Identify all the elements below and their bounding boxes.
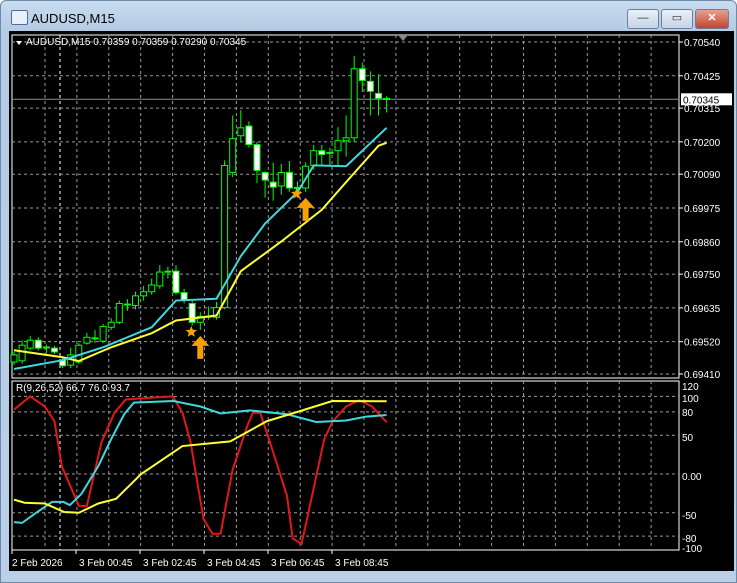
candle-body: [172, 270, 180, 294]
chart-menu-triangle-icon: [16, 41, 22, 45]
candle-body: [269, 181, 277, 188]
candle-body: [342, 137, 350, 142]
price-axis-label: 0.70200: [684, 138, 721, 149]
candle-body: [51, 347, 58, 353]
time-axis-label: 3 Feb 04:45: [207, 558, 261, 569]
candle-body: [350, 68, 358, 139]
candle-body: [318, 150, 326, 156]
price-axis-label: 0.69410: [684, 370, 721, 381]
price-axis-label: 0.69975: [684, 204, 721, 215]
candle-body: [148, 284, 156, 293]
indicator-axis-label: 80: [682, 408, 694, 419]
indicator-axis-label: 100: [682, 394, 699, 405]
price-axis-label: 0.70540: [684, 38, 721, 49]
candle-body: [26, 339, 34, 349]
price-chart[interactable]: 0.705400.704250.703150.702000.700900.699…: [0, 0, 737, 583]
indicator-axis-label: 120: [682, 382, 699, 393]
candle-body: [366, 80, 374, 92]
candle-body: [277, 171, 285, 187]
price-axis-label: 0.70090: [684, 170, 721, 181]
candle-body: [99, 325, 107, 342]
candle-body: [237, 127, 245, 137]
indicator-axis-label: -100: [682, 544, 702, 555]
candle-body: [310, 150, 318, 166]
candle-body: [115, 302, 123, 323]
fast-moving-average-line: [13, 127, 388, 370]
chart-symbol-label: AUDUSD,M15 0.70359 0.70359 0.70290 0.703…: [26, 37, 247, 48]
indicator-label: R(9,26,52) 66.7 76.0 93.7: [16, 383, 130, 394]
candle-body: [358, 68, 366, 81]
indicator-line: [13, 395, 388, 546]
indicator-axis-label: 50: [682, 433, 694, 444]
price-axis-label: 0.69520: [684, 338, 721, 349]
price-axis-label: 0.70425: [684, 72, 721, 83]
candle-body: [285, 171, 293, 189]
time-axis-label: 2 Feb 2026: [12, 558, 63, 569]
candle-body: [334, 140, 342, 152]
indicator-axis-label: 0.00: [682, 472, 702, 483]
candle-body: [261, 171, 269, 181]
time-axis-label: 3 Feb 00:45: [79, 558, 133, 569]
indicator-axis-label: -50: [682, 511, 697, 522]
candle-body: [10, 354, 18, 363]
candle-body: [326, 151, 334, 154]
time-axis-label: 3 Feb 08:45: [335, 558, 389, 569]
time-axis-label: 3 Feb 06:45: [271, 558, 325, 569]
chart-shift-marker: [398, 35, 408, 41]
buy-arrow-icon: [191, 335, 210, 359]
candle-body: [34, 339, 42, 349]
candle-body: [107, 321, 115, 328]
candle-body: [383, 97, 391, 100]
candle-body: [123, 303, 131, 306]
candle-body: [91, 337, 99, 340]
candle-body: [140, 291, 148, 297]
candle-body: [18, 344, 26, 362]
price-axis-label: 0.69635: [684, 304, 721, 315]
candle-body: [132, 295, 139, 307]
candle-body: [83, 336, 91, 344]
candle-body: [253, 144, 261, 171]
candle-body: [164, 270, 172, 273]
signal-star-icon: [185, 325, 198, 337]
candle-body: [42, 346, 50, 349]
price-axis-label: 0.69860: [684, 238, 721, 249]
current-price-label: 0.70345: [683, 95, 720, 106]
price-axis-label: 0.69750: [684, 270, 721, 281]
candle-body: [156, 271, 164, 287]
candle-body: [375, 92, 382, 99]
candle-body: [245, 125, 253, 146]
candle-body: [229, 138, 237, 173]
time-axis-label: 3 Feb 02:45: [143, 558, 197, 569]
